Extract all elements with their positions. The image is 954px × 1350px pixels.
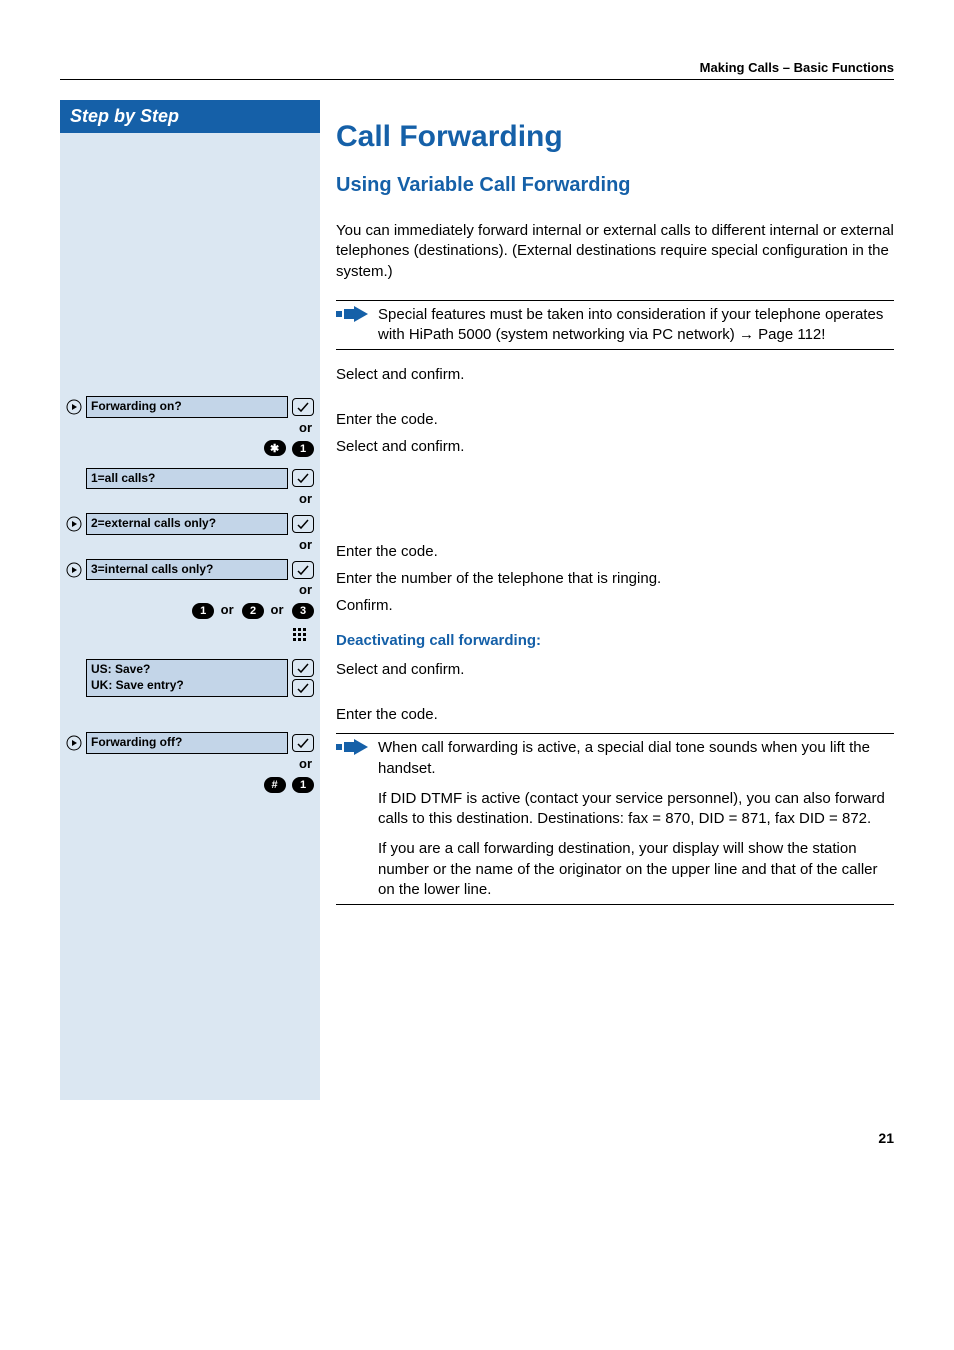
two-key-icon: 2 xyxy=(242,603,264,619)
scroll-arrow-icon xyxy=(66,735,82,751)
confirm-key-icon xyxy=(292,469,314,487)
step-enter-code: Enter the code. xyxy=(336,411,894,428)
note-arrow-icon xyxy=(336,305,370,329)
note-text: Special features must be taken into cons… xyxy=(374,305,894,346)
or-inline: or xyxy=(221,602,234,617)
note2-para2: If DID DTMF is active (contact your serv… xyxy=(378,789,894,830)
or-inline: or xyxy=(271,602,284,617)
step-select-confirm: Select and confirm. xyxy=(336,366,894,383)
page-header: Making Calls – Basic Functions xyxy=(60,60,894,80)
confirm-key-icon xyxy=(292,734,314,752)
save-us-text: US: Save? xyxy=(91,662,150,676)
step-enter-number: Enter the number of the telephone that i… xyxy=(336,570,894,587)
display-forwarding-off: Forwarding off? xyxy=(86,732,288,754)
or-label: or xyxy=(60,537,312,552)
hash-key-icon: # xyxy=(264,777,286,793)
step-column: Step by Step Forwarding on? or ✱ 1 xyxy=(60,100,320,1100)
step-confirm: Confirm. xyxy=(336,597,894,614)
subsection-title: Using Variable Call Forwarding xyxy=(336,174,894,197)
confirm-key-icon xyxy=(292,398,314,416)
one-key-icon: 1 xyxy=(192,603,214,619)
display-save: US: Save? UK: Save entry? xyxy=(86,659,288,696)
step-select-confirm: Select and confirm. xyxy=(336,661,894,678)
display-forwarding-on: Forwarding on? xyxy=(86,396,288,418)
confirm-key-icon xyxy=(292,515,314,533)
note2-para1: When call forwarding is active, a specia… xyxy=(378,738,894,779)
section-title: Call Forwarding xyxy=(336,120,894,154)
key-sequence: ✱ 1 xyxy=(60,439,320,459)
confirm-key-icon xyxy=(292,679,314,697)
page-number: 21 xyxy=(60,1130,894,1146)
star-key-icon: ✱ xyxy=(264,440,286,456)
note-box: Special features must be taken into cons… xyxy=(336,300,894,351)
save-uk-text: UK: Save entry? xyxy=(91,678,184,692)
keypad-icon xyxy=(292,627,314,648)
intro-paragraph: You can immediately forward internal or … xyxy=(336,221,894,282)
step-enter-code: Enter the code. xyxy=(336,543,894,560)
note-arrow-icon xyxy=(336,738,370,762)
one-key-icon: 1 xyxy=(292,777,314,793)
scroll-arrow-icon xyxy=(66,516,82,532)
three-key-icon: 3 xyxy=(292,603,314,619)
note2-para3: If you are a call forwarding destination… xyxy=(378,839,894,900)
step-column-header: Step by Step xyxy=(60,100,320,133)
or-label: or xyxy=(60,420,312,435)
confirm-key-icon xyxy=(292,561,314,579)
note-box-2: When call forwarding is active, a specia… xyxy=(336,733,894,905)
key-sequence: # 1 xyxy=(60,775,320,795)
step-enter-code: Enter the code. xyxy=(336,706,894,723)
deactivate-heading: Deactivating call forwarding: xyxy=(336,632,894,649)
display-all-calls: 1=all calls? xyxy=(86,468,288,490)
scroll-arrow-icon xyxy=(66,562,82,578)
or-label: or xyxy=(60,582,312,597)
one-key-icon: 1 xyxy=(292,441,314,457)
scroll-arrow-icon xyxy=(66,399,82,415)
content-column: Call Forwarding Using Variable Call Forw… xyxy=(336,100,894,1100)
or-label: or xyxy=(60,491,312,506)
step-select-confirm: Select and confirm. xyxy=(336,438,894,455)
confirm-key-icon xyxy=(292,659,314,677)
key-sequence-123: 1 or 2 or 3 xyxy=(60,601,320,621)
display-internal-only: 3=internal calls only? xyxy=(86,559,288,581)
or-label: or xyxy=(60,756,312,771)
display-external-only: 2=external calls only? xyxy=(86,513,288,535)
